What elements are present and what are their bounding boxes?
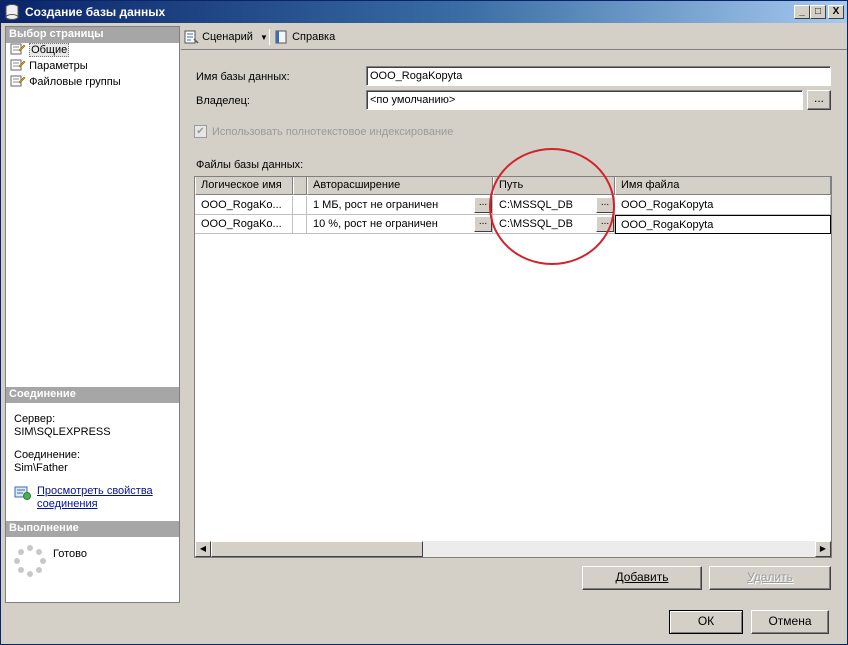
script-button[interactable]: Сценарий ▼ <box>183 29 268 45</box>
remove-button-label: Удалить <box>747 570 793 584</box>
server-label: Сервер: <box>14 413 56 425</box>
col-autogrowth[interactable]: Авторасширение <box>307 177 493 195</box>
cell-filename[interactable]: OOO_RogaKopyta <box>615 196 831 215</box>
col-path[interactable]: Путь <box>493 177 615 195</box>
server-value: SIM\SQLEXPRESS <box>14 426 111 438</box>
left-pane: Выбор страницы Общие Параметры Файловые … <box>5 26 180 603</box>
connection-header: Соединение <box>6 387 179 403</box>
col-logical-name[interactable]: Логическое имя <box>195 177 293 195</box>
owner-input[interactable] <box>366 90 803 110</box>
nav-item-label: Файловые группы <box>29 76 121 89</box>
autogrowth-browse-button[interactable]: ... <box>474 197 492 213</box>
table-row[interactable]: OOO_RogaKo... 1 МБ, рост не ограничен ..… <box>195 196 831 215</box>
path-browse-button[interactable]: ... <box>596 197 614 213</box>
cell-spacer <box>293 215 307 234</box>
execution-header: Выполнение <box>6 521 179 537</box>
add-button-label: Добавить <box>615 570 669 584</box>
script-label: Сценарий <box>202 31 253 43</box>
help-label: Справка <box>292 31 336 43</box>
path-browse-button[interactable]: ... <box>596 216 614 232</box>
properties-icon <box>14 486 31 500</box>
horizontal-scrollbar[interactable]: ◀ ▶ <box>195 541 831 557</box>
page-icon <box>10 75 26 87</box>
nav-item-general[interactable]: Общие <box>10 43 70 59</box>
dropdown-arrow-icon[interactable]: ▼ <box>260 33 268 42</box>
cell-logical-name[interactable]: OOO_RogaKo... <box>195 196 293 215</box>
db-name-label: Имя базы данных: <box>196 71 290 83</box>
cell-autogrowth[interactable]: 1 МБ, рост не ограничен <box>307 196 493 215</box>
connection-label: Соединение: <box>14 449 81 461</box>
nav-item-options[interactable]: Параметры <box>10 59 88 75</box>
db-files-grid[interactable]: Логическое имя Авторасширение Путь Имя ф… <box>194 176 832 558</box>
autogrowth-browse-button[interactable]: ... <box>474 216 492 232</box>
toolbar: Сценарий ▼ Справка <box>181 26 847 48</box>
nav-item-filegroups[interactable]: Файловые группы <box>10 75 121 91</box>
view-connection-properties-link[interactable]: Просмотреть свойства соединения <box>37 485 177 511</box>
col-splitter[interactable] <box>293 177 307 195</box>
close-button[interactable]: X <box>828 5 844 19</box>
fulltext-checkbox[interactable]: ✔ <box>194 125 207 138</box>
fulltext-label: Использовать полнотекстовое индексирован… <box>212 126 454 138</box>
cell-autogrowth[interactable]: 10 %, рост не ограничен <box>307 215 493 234</box>
create-database-window: Создание базы данных _ □ X Выбор страниц… <box>0 0 848 645</box>
col-filename[interactable]: Имя файла <box>615 177 831 195</box>
cell-filename-editing[interactable]: OOO_RogaKopyta <box>615 215 831 234</box>
page-icon <box>10 43 26 55</box>
script-icon <box>184 30 199 44</box>
progress-spinner-icon <box>14 545 46 577</box>
add-button[interactable]: Добавить <box>582 566 702 590</box>
ok-button[interactable]: ОК <box>669 610 743 634</box>
select-page-header: Выбор страницы <box>6 27 179 43</box>
maximize-button[interactable]: □ <box>810 5 826 19</box>
scroll-right-button[interactable]: ▶ <box>815 541 831 557</box>
cell-logical-name[interactable]: OOO_RogaKo... <box>195 215 293 234</box>
database-icon <box>5 4 19 20</box>
cell-spacer <box>293 196 307 215</box>
toolbar-separator <box>269 29 270 45</box>
help-button[interactable]: Справка <box>273 29 335 45</box>
window-title: Создание базы данных <box>25 5 166 19</box>
main-panel: Имя базы данных: Владелец: ... ✔ Использ… <box>181 49 847 603</box>
remove-button[interactable]: Удалить <box>709 566 831 590</box>
db-name-input[interactable] <box>366 66 831 86</box>
minimize-button[interactable]: _ <box>794 5 810 19</box>
scroll-thumb[interactable] <box>211 541 423 557</box>
owner-browse-button[interactable]: ... <box>807 90 831 110</box>
execution-status: Готово <box>53 548 87 560</box>
db-files-label: Файлы базы данных: <box>196 159 304 171</box>
owner-label: Владелец: <box>196 95 250 107</box>
title-bar[interactable]: Создание базы данных _ □ X <box>1 1 847 23</box>
nav-item-label: Параметры <box>29 60 88 73</box>
help-book-icon <box>275 30 287 44</box>
nav-item-label: Общие <box>29 43 70 58</box>
cancel-button[interactable]: Отмена <box>751 610 829 634</box>
page-icon <box>10 59 26 71</box>
table-row[interactable]: OOO_RogaKo... 10 %, рост не ограничен ..… <box>195 215 831 234</box>
scroll-left-button[interactable]: ◀ <box>195 541 211 557</box>
grid-header: Логическое имя Авторасширение Путь Имя ф… <box>195 177 831 195</box>
connection-value: Sim\Father <box>14 462 68 474</box>
